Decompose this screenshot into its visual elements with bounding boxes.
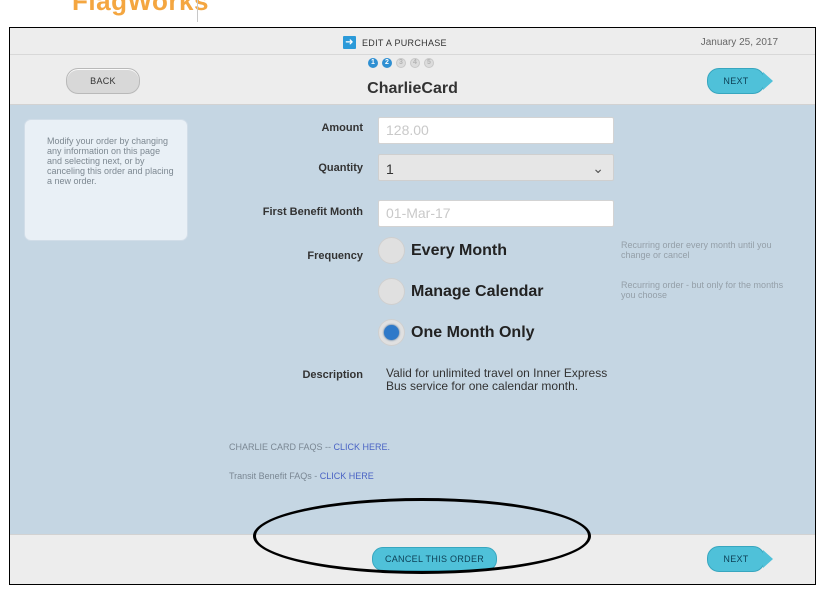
description-text: Valid for unlimited travel on Inner Expr… — [386, 366, 608, 393]
frequency-option-every-month[interactable]: Every Month — [378, 237, 507, 264]
transit-benefit-faq-link[interactable]: CLICK HERE — [320, 471, 374, 481]
charlie-card-faq-line: CHARLIE CARD FAQS -- CLICK HERE. — [229, 442, 390, 452]
step-dot-4: 4 — [410, 58, 420, 68]
step-heading: ➜ EDIT A PURCHASE — [343, 36, 447, 49]
step-indicator: 1 2 3 4 5 — [368, 58, 434, 68]
radio-label-manage-calendar: Manage Calendar — [411, 282, 544, 300]
quantity-value: 1 — [386, 161, 394, 177]
highlight-ellipse — [253, 498, 591, 574]
step-dot-3: 3 — [396, 58, 406, 68]
current-date: January 25, 2017 — [700, 37, 778, 48]
frequency-option-one-month-only[interactable]: One Month Only — [378, 319, 535, 346]
amount-field[interactable]: 128.00 — [378, 117, 614, 144]
next-button-bottom[interactable]: NEXT — [707, 546, 773, 572]
radio-label-every-month: Every Month — [411, 241, 508, 259]
header-divider — [10, 54, 815, 55]
header-bar: ➜ EDIT A PURCHASE January 25, 2017 BACK … — [10, 28, 815, 105]
frequency-option-manage-calendar[interactable]: Manage Calendar — [378, 278, 543, 305]
quantity-label: Quantity — [318, 162, 363, 174]
step-dot-2: 2 — [382, 58, 392, 68]
quantity-select[interactable]: 1 ⌄ — [378, 154, 614, 181]
description-label: Description — [302, 369, 363, 381]
transit-benefit-faq-line: Transit Benefit FAQs - CLICK HERE — [229, 471, 374, 481]
radio-manage-calendar[interactable] — [378, 278, 405, 305]
manage-calendar-note: Recurring order - but only for the month… — [621, 280, 784, 300]
transit-benefit-faq-prefix: Transit Benefit FAQs - — [229, 471, 320, 481]
frequency-label: Frequency — [307, 250, 363, 262]
arrow-right-icon: ➜ — [343, 36, 356, 49]
help-text: Modify your order by changing any inform… — [47, 136, 174, 186]
charlie-card-faq-prefix: CHARLIE CARD FAQS -- — [229, 442, 334, 452]
step-title: EDIT A PURCHASE — [362, 37, 447, 48]
every-month-note: Recurring order every month until you ch… — [621, 240, 772, 260]
first-benefit-month-label: First Benefit Month — [262, 206, 363, 218]
amount-label: Amount — [321, 122, 363, 134]
app-logo: FlagWorks — [72, 0, 209, 16]
page-title: CharlieCard — [367, 80, 458, 97]
radio-every-month[interactable] — [378, 237, 405, 264]
radio-label-one-month-only: One Month Only — [411, 323, 535, 341]
charlie-card-faq-link[interactable]: CLICK HERE. — [334, 442, 391, 452]
logo-divider — [197, 0, 198, 22]
radio-one-month-only[interactable] — [378, 319, 405, 346]
step-dot-1: 1 — [368, 58, 378, 68]
first-benefit-month-field[interactable]: 01-Mar-17 — [378, 200, 614, 227]
help-box: Modify your order by changing any inform… — [24, 119, 188, 241]
step-dot-5: 5 — [424, 58, 434, 68]
chevron-down-icon: ⌄ — [592, 160, 604, 176]
